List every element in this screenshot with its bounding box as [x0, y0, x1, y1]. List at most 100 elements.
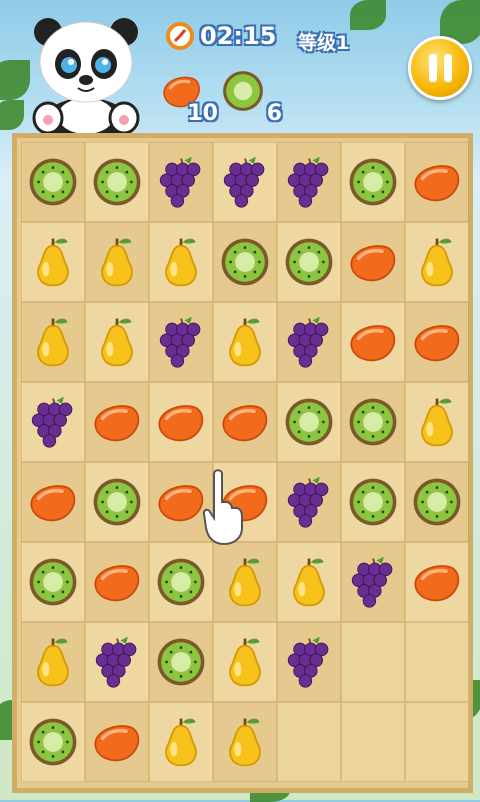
board-cell[interactable]: [149, 702, 213, 782]
grape-icon: [287, 316, 329, 368]
clock-icon: [166, 22, 194, 50]
pear-icon: [37, 238, 69, 287]
board-cell[interactable]: [277, 382, 341, 462]
board-cell[interactable]: [85, 702, 149, 782]
board-cell[interactable]: [213, 702, 277, 782]
pear-icon: [229, 558, 261, 607]
pear-icon: [37, 638, 69, 687]
board-cell[interactable]: [85, 382, 149, 462]
board-cell[interactable]: [277, 542, 341, 622]
pear-icon: [293, 558, 325, 607]
level-label: 等级1: [298, 32, 350, 54]
board-cell[interactable]: [405, 142, 469, 222]
pause-icon: [428, 54, 437, 82]
empty-cell: [277, 702, 341, 782]
board-cell[interactable]: [85, 542, 149, 622]
mango-icon: [94, 565, 140, 602]
mango-icon: [222, 405, 268, 442]
board-cell[interactable]: [85, 142, 149, 222]
kiwi-icon: [223, 71, 263, 111]
empty-cell: [341, 622, 405, 702]
pear-icon: [165, 718, 197, 767]
kiwi-icon: [349, 398, 397, 446]
mango-icon: [414, 565, 460, 602]
board-cell[interactable]: [21, 302, 85, 382]
kiwi-icon: [221, 238, 269, 286]
mango-icon: [350, 325, 396, 362]
board-cell[interactable]: [85, 222, 149, 302]
kiwi-icon: [285, 238, 333, 286]
goal-mango: 10: [156, 68, 218, 128]
board-cell[interactable]: [277, 302, 341, 382]
board-cell[interactable]: [213, 142, 277, 222]
board-cell[interactable]: [21, 702, 85, 782]
board-cell[interactable]: [341, 462, 405, 542]
board-cell[interactable]: [85, 622, 149, 702]
kiwi-icon: [349, 158, 397, 206]
kiwi-icon: [93, 158, 141, 206]
board-cell[interactable]: [277, 222, 341, 302]
board-cell[interactable]: [341, 542, 405, 622]
board-cell[interactable]: [21, 382, 85, 462]
grape-icon: [287, 476, 329, 528]
pear-icon: [101, 318, 133, 367]
board-cell[interactable]: [85, 462, 149, 542]
board-cell[interactable]: [405, 542, 469, 622]
pear-icon: [229, 638, 261, 687]
board-cell[interactable]: [277, 622, 341, 702]
mango-icon: [94, 405, 140, 442]
board-cell[interactable]: [149, 382, 213, 462]
board-cell[interactable]: [21, 622, 85, 702]
pause-button[interactable]: [408, 36, 472, 100]
board-cell[interactable]: [405, 462, 469, 542]
board-cell[interactable]: [405, 302, 469, 382]
board-cell[interactable]: [21, 462, 85, 542]
board-cell[interactable]: [341, 382, 405, 462]
panda-icon: [32, 18, 140, 134]
pear-icon: [229, 718, 261, 767]
board-cell[interactable]: [213, 622, 277, 702]
grape-icon: [287, 636, 329, 688]
mango-icon: [94, 725, 140, 762]
board-cell[interactable]: [213, 302, 277, 382]
board-cell[interactable]: [149, 622, 213, 702]
board-cell[interactable]: [341, 302, 405, 382]
board-cell[interactable]: [149, 142, 213, 222]
empty-cell: [405, 622, 469, 702]
grape-icon: [159, 156, 201, 208]
board-cell[interactable]: [341, 142, 405, 222]
grape-icon: [159, 316, 201, 368]
board-cell[interactable]: [277, 142, 341, 222]
mango-icon: [158, 405, 204, 442]
mango-icon: [414, 325, 460, 362]
pear-icon: [421, 398, 453, 447]
pause-icon: [443, 54, 452, 82]
pointing-hand-icon: [202, 469, 243, 546]
board-cell[interactable]: [21, 222, 85, 302]
board-cell[interactable]: [277, 462, 341, 542]
mango-icon: [30, 485, 76, 522]
board-cell[interactable]: [149, 542, 213, 622]
board-cell[interactable]: [21, 142, 85, 222]
kiwi-icon: [29, 718, 77, 766]
board-cell[interactable]: [405, 382, 469, 462]
board-cell[interactable]: [149, 302, 213, 382]
grape-icon: [95, 636, 137, 688]
board-cell[interactable]: [213, 382, 277, 462]
board-cell[interactable]: [405, 222, 469, 302]
kiwi-icon: [349, 478, 397, 526]
board-cell[interactable]: [213, 222, 277, 302]
board-cell[interactable]: [149, 222, 213, 302]
board-cell[interactable]: [213, 542, 277, 622]
grape-icon: [287, 156, 329, 208]
goal-count: 10: [187, 101, 218, 126]
board-cell[interactable]: [85, 302, 149, 382]
goal-count: 6: [266, 101, 282, 126]
board-cell[interactable]: [21, 542, 85, 622]
timer-text: 02:15: [200, 22, 277, 50]
kiwi-icon: [29, 158, 77, 206]
mango-icon: [350, 245, 396, 282]
board-cell[interactable]: [341, 222, 405, 302]
game-hud: 02:15 等级1 10 6: [0, 0, 480, 135]
kiwi-icon: [157, 558, 205, 606]
